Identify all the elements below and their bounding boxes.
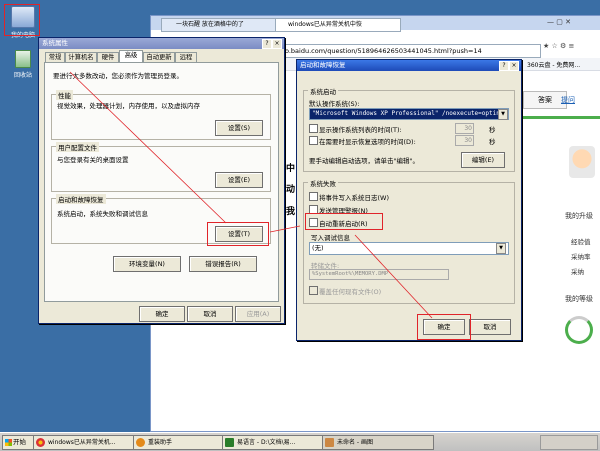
task-reinstall[interactable]: 重装助手: [133, 435, 235, 450]
task-label: 重装助手: [148, 439, 173, 446]
watermark-sub: 52jb.com: [520, 414, 553, 422]
windows-logo-icon: [5, 439, 12, 446]
watermark-logo: 土巴兔: [478, 360, 557, 390]
task-label: 未命名 - 画图: [337, 439, 373, 446]
watermark-url: 我要Tubatu.com: [460, 395, 555, 409]
task-browser[interactable]: windows已从异常关机...: [33, 435, 145, 450]
browser-icon: [36, 438, 45, 447]
reinstall-icon: [136, 438, 145, 447]
start-label: 开始: [13, 438, 26, 446]
task-elang[interactable]: 易语言 - D:\文档\易...: [222, 435, 334, 450]
task-label: windows已从异常关机...: [48, 439, 116, 446]
taskbar: 开始 windows已从异常关机... 重装助手 易语言 - D:\文档\易..…: [0, 432, 600, 451]
task-label: 易语言 - D:\文档\易...: [237, 439, 296, 446]
elang-icon: [225, 438, 234, 447]
paint-icon: [325, 438, 334, 447]
system-tray: [540, 435, 598, 450]
task-paint[interactable]: 未命名 - 画图: [322, 435, 434, 450]
